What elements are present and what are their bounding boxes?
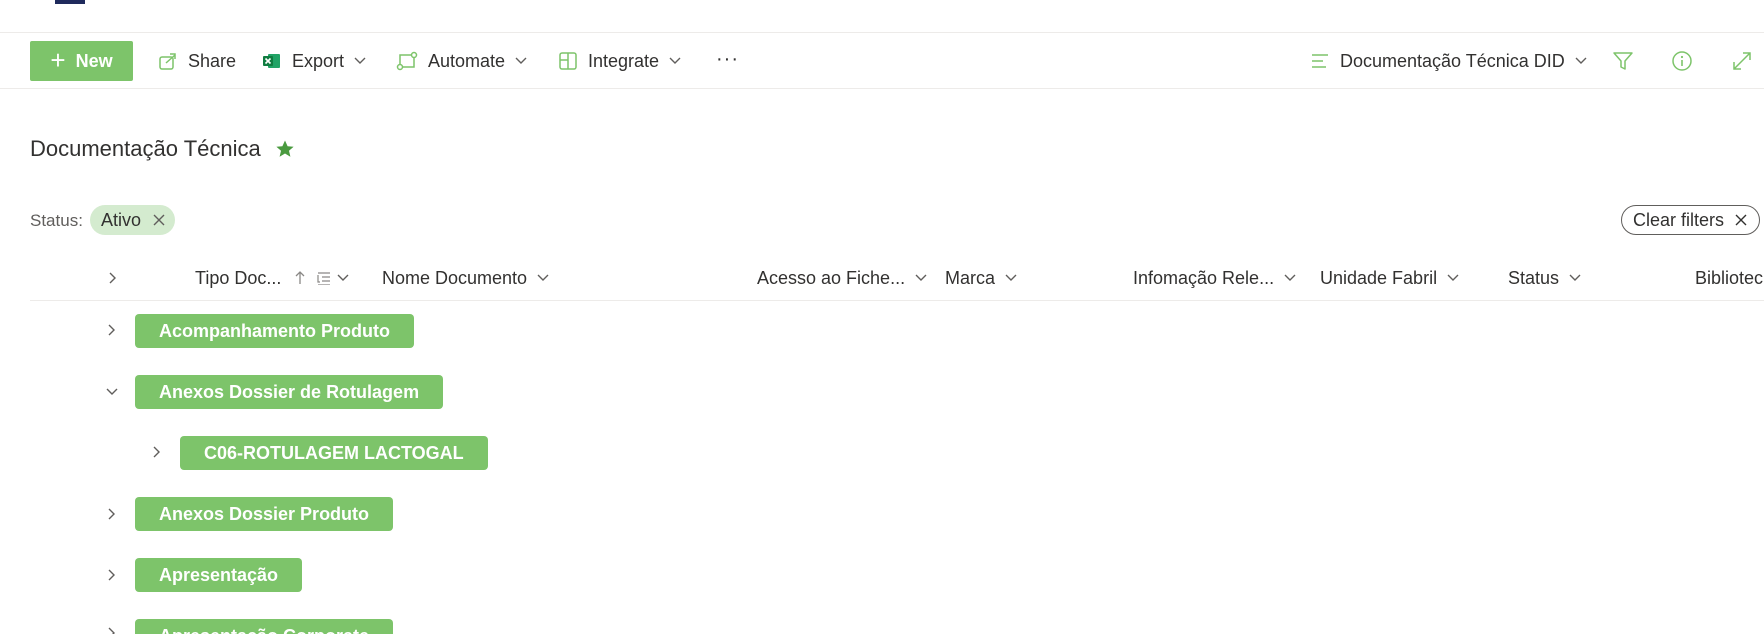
new-button-label: New <box>75 50 113 71</box>
favorite-star-icon[interactable] <box>275 139 295 159</box>
integrate-label: Integrate <box>588 50 660 71</box>
top-strip <box>0 0 1764 33</box>
filter-chip-ativo[interactable]: Ativo <box>90 205 176 235</box>
filter-icon <box>1612 51 1634 71</box>
column-header-status[interactable]: Status <box>1508 255 1581 301</box>
new-button[interactable]: + New <box>30 41 133 81</box>
column-header-label: Bibliotec <box>1695 267 1764 288</box>
collapsed-chevron-icon[interactable] <box>105 323 119 337</box>
group-by-icon <box>317 271 331 285</box>
plus-icon: + <box>50 44 66 75</box>
chevron-down-icon <box>1005 274 1017 282</box>
expand-icon <box>1731 50 1753 72</box>
info-icon <box>1671 50 1693 72</box>
collapsed-chevron-icon[interactable] <box>105 568 119 582</box>
collapsed-chevron-icon[interactable] <box>105 507 119 521</box>
share-icon <box>158 51 178 71</box>
group-header-apresentacao-corporate[interactable]: Apresentação Corporate <box>135 619 394 634</box>
automate-icon <box>396 51 418 71</box>
chevron-down-icon <box>915 274 927 282</box>
chevron-down-icon <box>354 57 366 65</box>
group-label: Acompanhamento Produto <box>159 320 391 341</box>
column-header-label: Status <box>1508 267 1560 288</box>
fullscreen-button[interactable] <box>1731 33 1753 89</box>
clear-filters-button[interactable]: Clear filters <box>1621 205 1760 235</box>
group-label: Apresentação <box>159 564 279 585</box>
column-header-label: Nome Documento <box>382 267 528 288</box>
collapsed-chevron-icon[interactable] <box>105 626 119 634</box>
automate-label: Automate <box>428 50 506 71</box>
group-header-acompanhamento-produto[interactable]: Acompanhamento Produto <box>135 314 415 348</box>
collapsed-chevron-icon[interactable] <box>150 445 164 459</box>
close-icon[interactable] <box>153 214 165 226</box>
export-label: Export <box>292 50 345 71</box>
page-title: Documentação Técnica <box>30 136 261 161</box>
app-logo[interactable] <box>55 0 85 4</box>
clear-filters-label: Clear filters <box>1633 209 1725 230</box>
group-label: Apresentação Corporate <box>159 626 369 634</box>
expand-all-chevron-icon[interactable] <box>106 271 120 285</box>
expanded-chevron-icon[interactable] <box>105 385 119 399</box>
filter-chip-label: Ativo <box>101 209 142 230</box>
more-icon: ··· <box>716 47 739 70</box>
column-header-biblioteca[interactable]: Bibliotec <box>1695 255 1763 301</box>
group-header-apresentacao[interactable]: Apresentação <box>135 558 303 592</box>
filter-label: Status: <box>30 211 83 230</box>
column-header-label: Marca <box>945 267 996 288</box>
integrate-icon <box>558 51 578 71</box>
column-header-informacao-relevante[interactable]: Infomação Rele... <box>1133 255 1296 301</box>
column-header-label: Infomação Rele... <box>1133 267 1275 288</box>
chevron-down-icon <box>337 274 349 282</box>
chevron-down-icon <box>1284 274 1296 282</box>
export-button[interactable]: Export <box>262 33 366 89</box>
automate-button[interactable]: Automate <box>396 33 527 89</box>
column-header-label: Unidade Fabril <box>1320 267 1438 288</box>
column-header-acesso-ao-ficheiro[interactable]: Acesso ao Fiche... <box>757 255 927 301</box>
integrate-button[interactable]: Integrate <box>558 33 681 89</box>
chevron-down-icon <box>1447 274 1459 282</box>
column-header-unidade-fabril[interactable]: Unidade Fabril <box>1320 255 1459 301</box>
more-options-button[interactable]: ··· <box>716 31 739 87</box>
chevron-down-icon <box>1575 57 1587 65</box>
chevron-down-icon <box>537 274 549 282</box>
share-button[interactable]: Share <box>158 33 236 89</box>
view-list-icon <box>1310 51 1330 71</box>
page-title-container: Documentação Técnica <box>30 136 295 162</box>
view-switcher[interactable]: Documentação Técnica DID <box>1310 33 1587 89</box>
excel-icon <box>262 51 282 71</box>
view-label: Documentação Técnica DID <box>1340 50 1565 71</box>
group-label: C06-ROTULAGEM LACTOGAL <box>204 442 464 463</box>
column-header-label: Acesso ao Fiche... <box>757 267 906 288</box>
filter-button[interactable] <box>1612 33 1634 89</box>
group-label: Anexos Dossier Produto <box>159 503 370 524</box>
chevron-down-icon <box>669 57 681 65</box>
column-header-nome-documento[interactable]: Nome Documento <box>382 255 549 301</box>
column-header-label: Tipo Doc... <box>195 267 282 288</box>
chevron-down-icon <box>1569 274 1581 282</box>
column-header-row: Tipo Doc... Nome Documento Acesso ao Fic… <box>30 255 1764 301</box>
group-label: Anexos Dossier de Rotulagem <box>159 381 420 402</box>
group-header-anexos-dossier-produto[interactable]: Anexos Dossier Produto <box>135 497 394 531</box>
group-header-c06-rotulagem-lactogal[interactable]: C06-ROTULAGEM LACTOGAL <box>180 436 488 470</box>
close-icon <box>1735 214 1747 226</box>
share-label: Share <box>188 50 237 71</box>
chevron-down-icon <box>515 57 527 65</box>
info-button[interactable] <box>1671 33 1693 89</box>
group-header-anexos-dossier-de-rotulagem[interactable]: Anexos Dossier de Rotulagem <box>135 375 444 409</box>
column-header-tipo-doc[interactable]: Tipo Doc... <box>195 255 349 301</box>
column-header-marca[interactable]: Marca <box>945 255 1017 301</box>
sort-ascending-icon <box>295 271 305 285</box>
